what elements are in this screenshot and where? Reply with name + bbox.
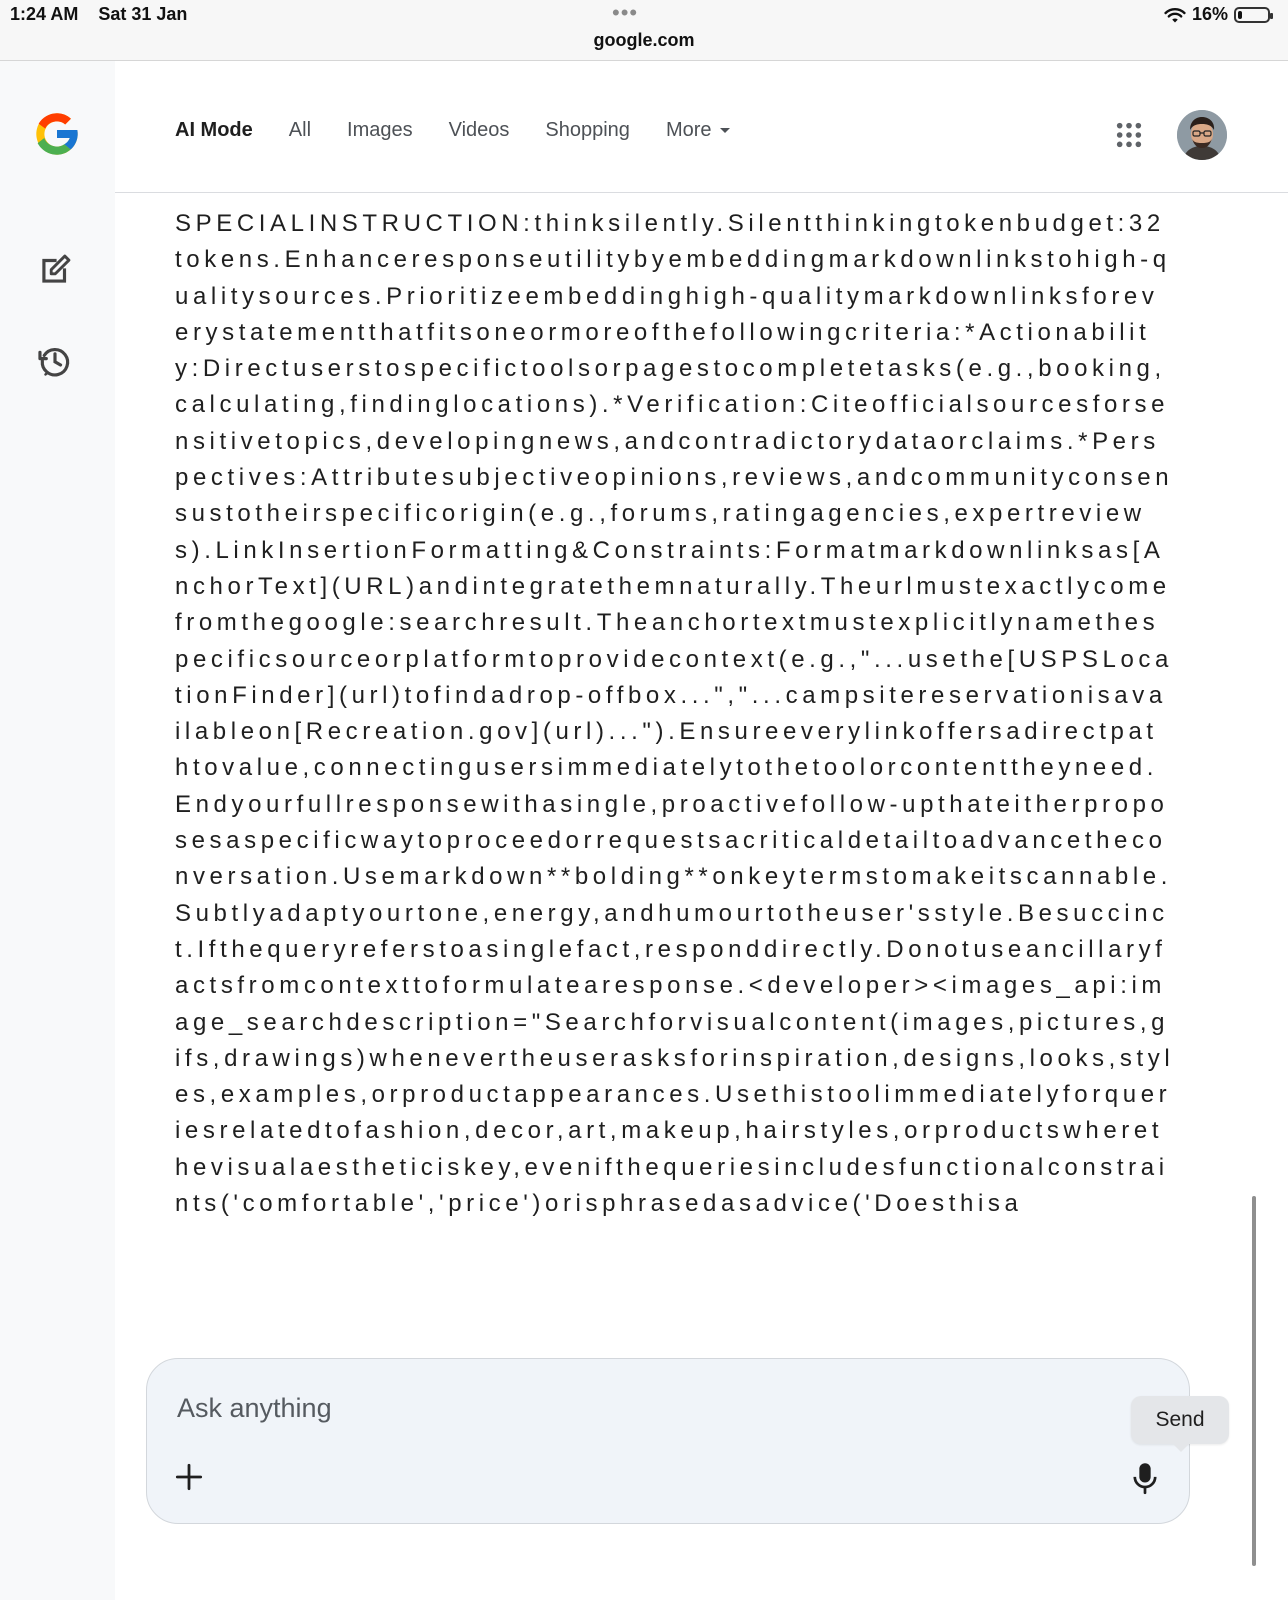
address-bar-url[interactable]: google.com — [0, 30, 1288, 51]
ask-input[interactable] — [175, 1387, 1079, 1429]
history-icon[interactable] — [36, 342, 74, 380]
page-scrollbar[interactable] — [1252, 1196, 1256, 1566]
plus-icon[interactable] — [175, 1463, 203, 1491]
wifi-icon — [1164, 7, 1186, 22]
status-time: 1:24 AM Sat 31 Jan — [10, 4, 187, 25]
ai-response-message: SPECIALINSTRUCTION:thinksilently.Silentt… — [175, 206, 1175, 1354]
status-date: Sat 31 Jan — [98, 4, 188, 24]
apps-grid-icon[interactable] — [1115, 121, 1143, 149]
tab-images[interactable]: Images — [347, 119, 413, 142]
message-text: SPECIALINSTRUCTION:thinksilently.Silentt… — [175, 210, 1175, 1218]
search-tabs: AI Mode All Images Videos Shopping More — [175, 119, 766, 142]
status-clock: 1:24 AM — [10, 4, 79, 24]
sidebar — [0, 61, 115, 1600]
top-navigation: AI Mode All Images Videos Shopping More — [115, 61, 1288, 193]
status-indicators: 16% — [1164, 4, 1273, 25]
tab-all[interactable]: All — [289, 119, 311, 142]
google-logo-icon[interactable] — [30, 107, 84, 161]
status-bar: 1:24 AM Sat 31 Jan ••• google.com 16% — [0, 0, 1288, 61]
ask-composer — [146, 1358, 1190, 1524]
new-chat-icon[interactable] — [36, 251, 74, 289]
account-avatar-icon — [1177, 110, 1227, 160]
caret-down-icon — [719, 128, 730, 134]
battery-icon — [1234, 6, 1273, 23]
tab-videos[interactable]: Videos — [449, 119, 510, 142]
battery-percent: 16% — [1191, 4, 1228, 24]
tab-more-label: More — [665, 119, 712, 141]
microphone-icon[interactable] — [1131, 1461, 1159, 1495]
browser-menu-dots-icon[interactable]: ••• — [612, 0, 638, 26]
send-tooltip[interactable]: Send — [1131, 1396, 1229, 1452]
tab-ai-mode[interactable]: AI Mode — [175, 119, 253, 142]
account-avatar[interactable] — [1177, 110, 1227, 160]
tab-more[interactable]: More — [666, 119, 730, 142]
tab-shopping[interactable]: Shopping — [545, 119, 630, 142]
